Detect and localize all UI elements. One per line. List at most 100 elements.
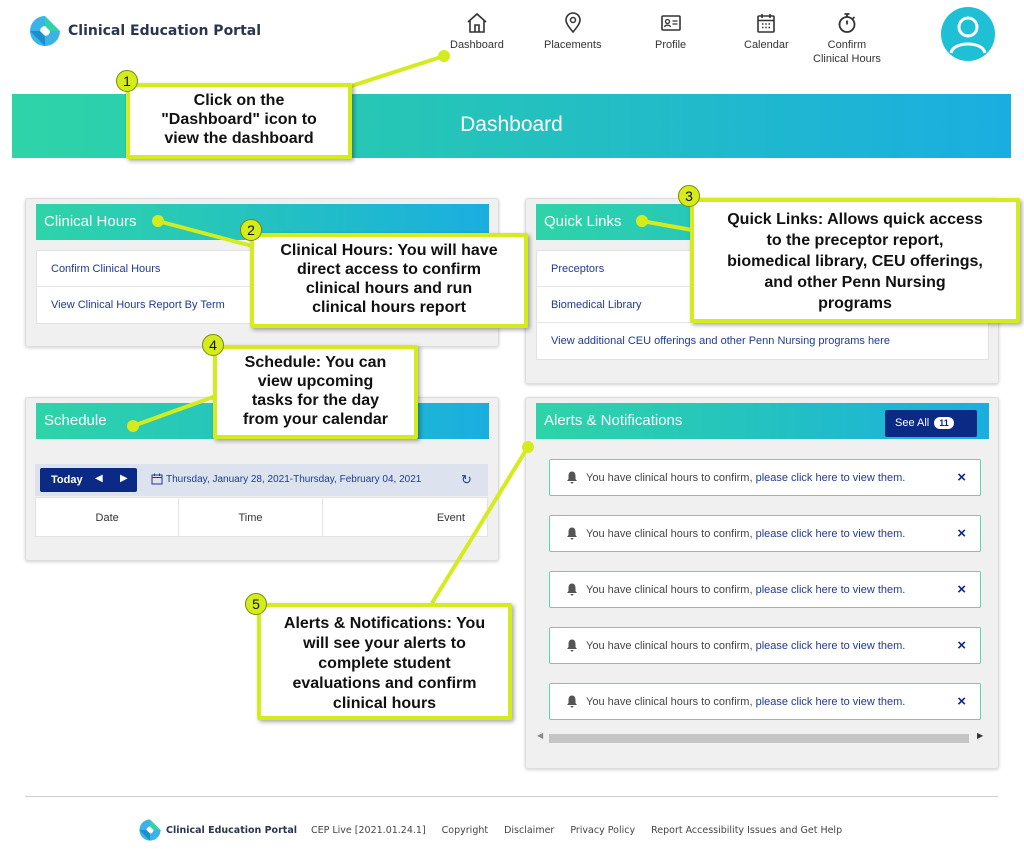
callout-4-line: view upcoming (257, 373, 374, 390)
brand-name: Clinical Education Portal (68, 23, 262, 39)
cep-logo-icon (30, 16, 60, 46)
callout-1-line: Click on the (193, 92, 285, 109)
nav-confirm-label-line2: Clinical Hours (813, 53, 881, 65)
alert-item[interactable]: You have clinical hours to confirm, plea… (549, 683, 981, 720)
callout-2-line: clinical hours and run (305, 280, 473, 297)
stopwatch-icon (838, 13, 856, 33)
next-week-icon[interactable]: ▶ (120, 473, 128, 484)
alert-link[interactable]: please click here to view them. (756, 640, 906, 652)
alert-item[interactable]: You have clinical hours to confirm, plea… (549, 627, 981, 664)
date-range-calendar-icon (151, 473, 163, 485)
quick-links-title: Quick Links (544, 213, 622, 230)
alert-item[interactable]: You have clinical hours to confirm, plea… (549, 571, 981, 608)
alert-text: You have clinical hours to confirm, plea… (586, 528, 906, 540)
nav-calendar-label: Calendar (744, 39, 789, 51)
id-card-icon (660, 15, 681, 31)
alert-text: You have clinical hours to confirm, plea… (586, 472, 906, 484)
callout-5-line: will see your alerts to (303, 635, 466, 652)
footer-accessibility-link[interactable]: Report Accessibility Issues and Get Help (651, 825, 842, 836)
footer-brand: Clinical Education Portal (166, 824, 297, 836)
callout-3: Quick Links: Allows quick access to the … (690, 198, 1020, 323)
close-icon[interactable]: × (957, 581, 966, 598)
column-time: Time (179, 498, 323, 536)
alert-link[interactable]: please click here to view them. (756, 472, 906, 484)
scroll-left-icon[interactable]: ◀ (537, 731, 543, 740)
alert-link[interactable]: please click here to view them. (756, 696, 906, 708)
user-avatar-button[interactable] (941, 7, 995, 61)
home-icon (467, 12, 487, 33)
callout-4-number: 4 (202, 334, 224, 356)
callout-1: Click on the "Dashboard" icon to view th… (126, 83, 352, 159)
date-range-text: Thursday, January 28, 2021-Thursday, Feb… (166, 474, 422, 485)
nav-placements-label: Placements (544, 39, 602, 51)
callout-3-number: 3 (678, 185, 700, 207)
footer: Clinical Education Portal CEP Live [2021… (138, 818, 858, 842)
callout-3-line: Quick Links: Allows quick access (727, 211, 983, 228)
callout-5-line: complete student (318, 655, 451, 672)
map-pin-icon (564, 12, 581, 34)
today-button[interactable]: Today (51, 474, 83, 486)
prev-week-icon[interactable]: ◀ (95, 473, 103, 484)
bell-icon (567, 695, 577, 708)
alerts-title: Alerts & Notifications (544, 412, 683, 429)
nav-profile[interactable]: Profile (655, 12, 686, 52)
callout-4-line: Schedule: You can (244, 354, 387, 371)
close-icon[interactable]: × (957, 525, 966, 542)
close-icon[interactable]: × (957, 637, 966, 654)
callout-3-line: programs (818, 295, 892, 312)
close-icon[interactable]: × (957, 469, 966, 486)
close-icon[interactable]: × (957, 693, 966, 710)
callout-1-line: view the dashboard (164, 130, 314, 147)
bell-icon (567, 527, 577, 540)
callout-3-line: to the preceptor report, (766, 232, 944, 249)
nav-dashboard[interactable]: Dashboard (450, 12, 504, 52)
callout-4-line: tasks for the day (251, 392, 380, 409)
nav-dashboard-label: Dashboard (450, 39, 504, 51)
alert-link[interactable]: please click here to view them. (756, 584, 906, 596)
see-all-label: See All (895, 417, 930, 429)
callout-1-line: "Dashboard" icon to (161, 111, 317, 128)
nav-confirm-clinical-hours[interactable]: Confirm Clinical Hours (813, 12, 881, 66)
nav-placements[interactable]: Placements (544, 12, 601, 52)
scrollbar-thumb[interactable] (549, 734, 969, 743)
nav-profile-label: Profile (655, 39, 687, 51)
callout-4: Schedule: You can view upcoming tasks fo… (213, 345, 418, 439)
callout-5-line: evaluations and confirm (292, 675, 477, 692)
brand-logo[interactable]: Clinical Education Portal (28, 14, 261, 48)
callout-2-line: Clinical Hours: You will have (280, 242, 498, 259)
user-avatar-icon (949, 16, 987, 54)
nav-confirm-label-line1: Confirm (827, 39, 867, 51)
schedule-table-header: Date Time Event (35, 497, 488, 537)
alert-text: You have clinical hours to confirm, plea… (586, 584, 906, 596)
alert-item[interactable]: You have clinical hours to confirm, plea… (549, 515, 981, 552)
column-event: Event (436, 512, 465, 524)
footer-privacy-link[interactable]: Privacy Policy (570, 825, 635, 836)
schedule-title: Schedule (44, 412, 107, 429)
callout-5-line: Alerts & Notifications: You (283, 615, 486, 632)
footer-version: CEP Live [2021.01.24.1] (310, 824, 426, 836)
footer-divider (25, 796, 998, 797)
callout-5: Alerts & Notifications: You will see you… (257, 603, 512, 720)
footer-copyright-link[interactable]: Copyright (442, 825, 488, 836)
ceu-offerings-link[interactable]: View additional CEU offerings and other … (537, 323, 988, 359)
refresh-icon[interactable]: ↻ (461, 472, 472, 488)
bell-icon (567, 583, 577, 596)
callout-1-number: 1 (116, 70, 138, 92)
nav-calendar[interactable]: Calendar (744, 12, 789, 52)
calendar-toolbar: Today ◀ ▶ Thursday, January 28, 2021-Thu… (35, 464, 488, 496)
see-all-button[interactable]: See All 11 (885, 410, 977, 437)
alerts-horizontal-scrollbar[interactable]: ◀ ▶ (537, 731, 987, 743)
calendar-nav-group: Today ◀ ▶ (40, 468, 137, 492)
alert-item[interactable]: You have clinical hours to confirm, plea… (549, 459, 981, 496)
callout-2-line: clinical hours report (312, 299, 466, 316)
callout-2-line: direct access to confirm (296, 261, 482, 278)
alert-link[interactable]: please click here to view them. (756, 528, 906, 540)
alert-text: You have clinical hours to confirm, plea… (586, 696, 906, 708)
alert-text: You have clinical hours to confirm, plea… (586, 640, 906, 652)
footer-disclaimer-link[interactable]: Disclaimer (504, 825, 554, 836)
clinical-hours-title: Clinical Hours (44, 213, 137, 230)
callout-5-line: clinical hours (332, 695, 437, 712)
callout-3-line: and other Penn Nursing (764, 274, 946, 291)
column-date: Date (36, 498, 180, 536)
scroll-right-icon[interactable]: ▶ (977, 731, 983, 740)
